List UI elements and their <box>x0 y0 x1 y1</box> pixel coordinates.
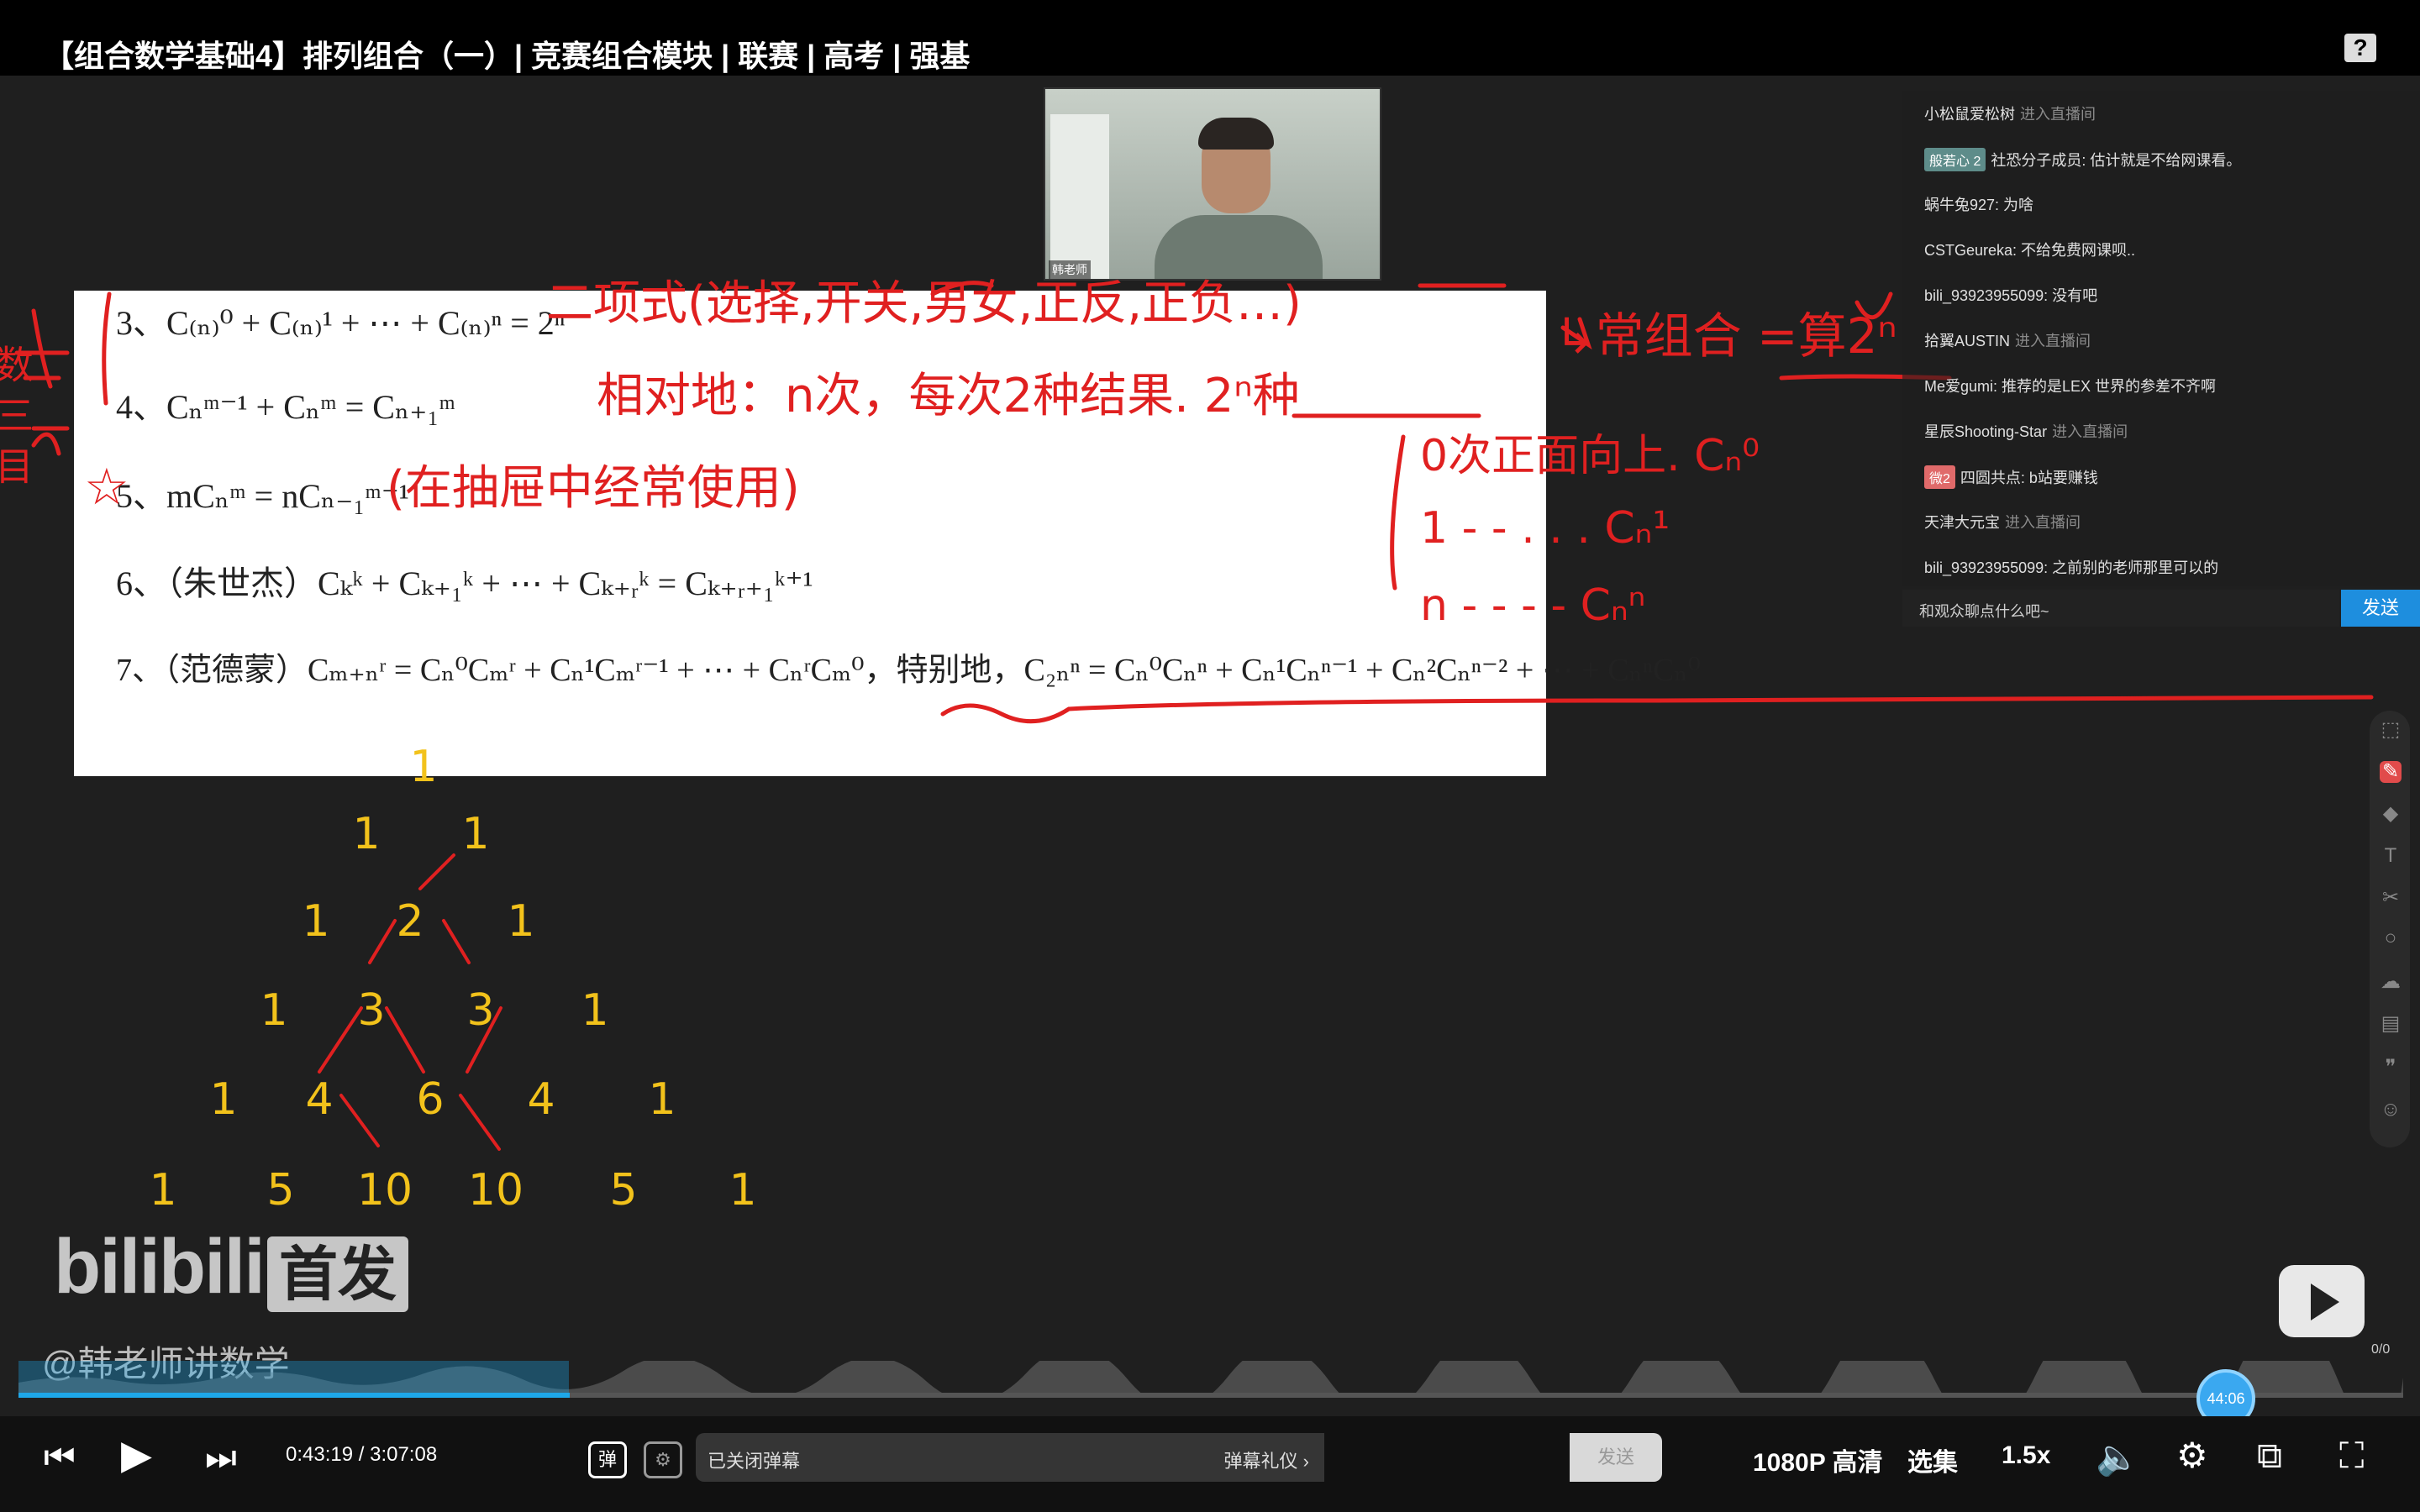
pascal-r5-0: 1 <box>149 1165 176 1215</box>
chat-send-button[interactable]: 发送 <box>2341 590 2420 627</box>
pascal-r3-3: 1 <box>581 985 608 1036</box>
chat-message: Me爱gumi: 推荐的是LEX 世界的参差不齐啊 <box>1924 378 2217 395</box>
pascal-r4-3: 4 <box>527 1074 555 1125</box>
chat-message: bili_93923955099: 没有吧 <box>1924 287 2098 304</box>
chat-message: CSTGeureka: 不给免费网课呗.. <box>1924 242 2136 259</box>
previous-icon[interactable]: ⏮ <box>44 1440 76 1475</box>
toolbox-icon[interactable]: ▤ <box>2380 1013 2402 1035</box>
picture-in-picture-icon[interactable]: ⧉ <box>2257 1438 2282 1473</box>
fullscreen-icon[interactable]: ⛶ <box>2339 1438 2364 1473</box>
time-display: 0:43:19 / 3:07:08 <box>286 1443 438 1466</box>
danmu-settings-icon[interactable]: ⚙ <box>644 1441 682 1478</box>
chat-message: bili_93923955099: 之前别的老师那里可以的 <box>1924 559 2219 576</box>
bilibili-logo: bilibili <box>54 1224 266 1310</box>
danmu-etiquette-link[interactable]: 弹幕礼仪 › <box>1224 1446 1309 1473</box>
pascal-r3-0: 1 <box>260 985 287 1036</box>
next-icon[interactable]: ⏭ <box>205 1440 237 1475</box>
hw-casen: n - - - - Cₙⁿ <box>1420 580 1645 631</box>
speed-selector[interactable]: 1.5x <box>2002 1441 2050 1470</box>
chat-message: 天津大元宝 进入直播间 <box>1924 514 2081 531</box>
pascal-r5-3: 10 <box>468 1165 523 1215</box>
chat-message: 般若心 2 社恐分子成员: 估计就是不给网课看。 <box>1924 148 2241 171</box>
pascal-r4-4: 1 <box>648 1074 676 1125</box>
pascal-r5-5: 1 <box>729 1165 756 1215</box>
drawing-toolbar: ⬚ ✎ ◆ T ✂ ○ ☁ ▤ ❞ ☺ <box>2370 711 2410 1147</box>
pascal-r0-0: 1 <box>409 742 437 792</box>
star-mark: ☆ <box>84 458 129 517</box>
fan-badge: 微2 <box>1924 465 1955 489</box>
chat-message: 微2 四圆共点: b站要赚钱 <box>1924 465 2098 489</box>
hw-line1: 二项式(选择,开关,男女,正反,正负…) <box>546 276 1302 331</box>
eraser-icon[interactable]: ◆ <box>2380 803 2402 825</box>
episodes-button[interactable]: 选集 <box>1907 1441 1958 1478</box>
chat-input[interactable]: 和观众聊点什么吧~ <box>1902 590 2339 627</box>
pascal-r1-0: 1 <box>352 809 380 859</box>
hw-right1: ↳常组合 =算2ⁿ <box>1555 307 1897 365</box>
text-icon[interactable]: T <box>2380 845 2402 867</box>
bilibili-tv-icon <box>2279 1265 2365 1337</box>
users-icon[interactable]: ☺ <box>2380 1099 2402 1121</box>
pascal-r4-2: 6 <box>416 1074 444 1125</box>
hw-case1: 1 - - . . . Cₙ¹ <box>1420 503 1670 554</box>
scissors-icon[interactable]: ✂ <box>2380 887 2402 909</box>
cloud-icon[interactable]: ☁ <box>2380 971 2402 993</box>
title-bar: 【组合数学基础4】排列组合（一）| 竞赛组合模块 | 联赛 | 高考 | 强基 … <box>0 0 2420 76</box>
play-icon[interactable]: ▶ <box>121 1436 152 1476</box>
settings-gear-icon[interactable]: ⚙ <box>2176 1438 2208 1473</box>
progress-bar[interactable] <box>18 1393 2403 1398</box>
counter: 0/0 <box>2371 1342 2391 1357</box>
chat-message: 小松鼠爱松树 进入直播间 <box>1924 106 2096 123</box>
hw-line3: (在抽屉中经常使用) <box>387 461 800 516</box>
fan-badge: 般若心 2 <box>1924 148 1986 171</box>
question-icon[interactable]: ? <box>2344 34 2376 62</box>
live-chat-panel: 小松鼠爱松树 进入直播间 般若心 2 社恐分子成员: 估计就是不给网课看。 蜗牛兔9… <box>1902 91 2420 586</box>
hw-line2: 相对地：n次，每次2种结果. 2ⁿ种 <box>597 369 1300 423</box>
danmu-toggle-icon[interactable]: 弹 <box>588 1441 627 1478</box>
pen-icon[interactable]: ✎ <box>2380 761 2402 783</box>
hw-left: 数 三 目 <box>0 344 34 485</box>
selection-icon[interactable]: ⬚ <box>2380 719 2402 741</box>
pascal-r2-1: 2 <box>396 896 424 947</box>
volume-icon[interactable]: 🔈 <box>2096 1440 2139 1475</box>
progress-waveform <box>18 1361 2403 1394</box>
pascal-r5-4: 5 <box>609 1165 637 1215</box>
video-title: 【组合数学基础4】排列组合（一）| 竞赛组合模块 | 联赛 | 高考 | 强基 <box>44 39 971 73</box>
shape-icon[interactable]: ○ <box>2380 927 2402 949</box>
current-time: 0:43:19 <box>286 1443 354 1466</box>
pascal-r2-2: 1 <box>507 896 534 947</box>
danmu-send-button[interactable]: 发送 <box>1570 1433 1662 1482</box>
pascal-r1-1: 1 <box>461 809 489 859</box>
chat-message: 星辰Shooting-Star 进入直播间 <box>1924 423 2128 440</box>
first-release-badge: 首发 <box>267 1236 408 1312</box>
duration: 3:07:08 <box>370 1443 438 1466</box>
pascal-r4-1: 4 <box>305 1074 333 1125</box>
pascal-r4-0: 1 <box>209 1074 237 1125</box>
chat-message: 拾翼AUSTIN 进入直播间 <box>1924 333 2091 349</box>
pascal-r2-0: 1 <box>302 896 329 947</box>
hw-case0: 0次正面向上. Cₙ⁰ <box>1420 431 1760 481</box>
pascal-r5-2: 10 <box>357 1165 413 1215</box>
chat-message: 蜗牛兔927: 为啥 <box>1924 197 2034 213</box>
comment-icon[interactable]: ❞ <box>2380 1057 2402 1079</box>
quality-selector[interactable]: 1080P 高清 <box>1753 1441 1883 1478</box>
danmu-input[interactable]: 已关闭弹幕 弹幕礼仪 › <box>696 1433 1324 1482</box>
pascal-r5-1: 5 <box>266 1165 294 1215</box>
progress-fill <box>18 1393 570 1398</box>
